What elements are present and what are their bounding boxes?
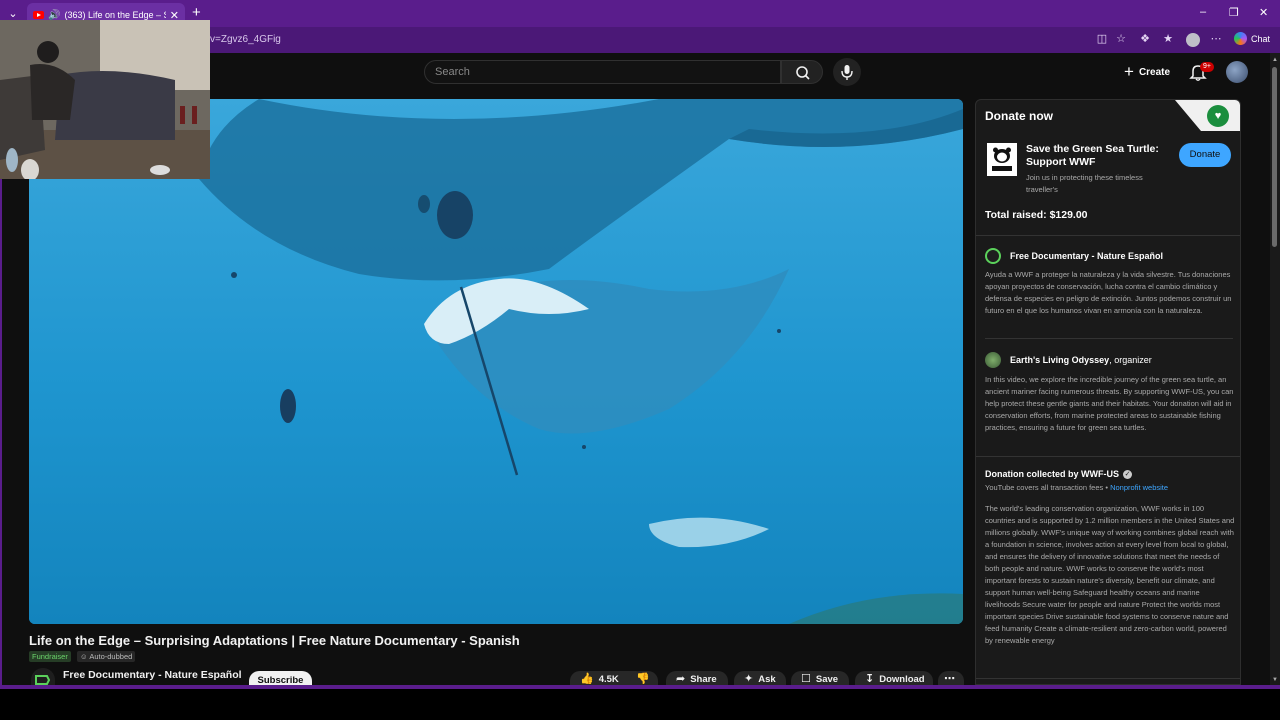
scrollbar-thumb[interactable]	[1272, 67, 1277, 247]
auto-dubbed-label: Auto-dubbed	[89, 652, 133, 661]
share-label: Share	[690, 674, 717, 685]
url-text[interactable]: v=Zgvz6_4GFig	[210, 34, 281, 45]
window-border	[0, 685, 1280, 689]
campaign-description: Join us in protecting these timeless tra…	[1026, 173, 1143, 194]
split-screen-icon[interactable]: ◫	[1096, 33, 1108, 45]
more-icon[interactable]: ⋯	[1210, 33, 1222, 45]
fundraiser-badge: Fundraiser	[29, 651, 71, 662]
extensions-icon[interactable]: ❖	[1139, 33, 1151, 45]
total-raised: Total raised: $129.00	[985, 209, 1088, 221]
browser-profile-avatar[interactable]	[1186, 33, 1200, 47]
download-button[interactable]: ↧ Download	[855, 671, 933, 685]
mic-icon	[841, 65, 853, 80]
fees-note: YouTube covers all transaction fees • No…	[985, 483, 1168, 492]
nonprofit-website-link[interactable]: Nonprofit website	[1110, 483, 1168, 492]
verified-icon: ✓	[1123, 469, 1132, 479]
minimize-icon[interactable]: –	[1200, 6, 1206, 18]
organizer-name[interactable]: Earth's Living Odyssey	[1010, 355, 1109, 365]
favorites-icon[interactable]: ★	[1162, 33, 1174, 45]
fees-separator: •	[1105, 483, 1108, 492]
copilot-chat-button[interactable]: Chat	[1234, 32, 1270, 45]
channel-name[interactable]: Free Documentary - Nature Español	[63, 669, 242, 681]
donate-now-header: Donate now	[985, 109, 1053, 123]
create-button[interactable]: + Create	[1118, 60, 1176, 84]
copilot-icon	[1234, 32, 1247, 45]
divider	[976, 456, 1240, 457]
download-label: Download	[879, 674, 925, 685]
share-icon: ➦	[676, 673, 686, 685]
more-actions-button[interactable]: ⋯	[938, 671, 964, 685]
campaign-title: Save the Green Sea Turtle: Support WWF	[1026, 143, 1159, 168]
dislike-button[interactable]: 👎	[630, 671, 658, 685]
webcam-image	[0, 20, 210, 179]
speaker-icon[interactable]: 🔊	[48, 10, 60, 21]
webcam-overlay	[0, 20, 210, 179]
account-avatar[interactable]	[1226, 61, 1248, 83]
chat-label: Chat	[1251, 33, 1271, 44]
subscribe-button[interactable]: Subscribe	[249, 671, 312, 685]
collected-by: Donation collected by WWF-US ✓	[985, 469, 1132, 479]
search-field[interactable]	[424, 60, 781, 84]
wwf-logo	[987, 143, 1017, 176]
search-input[interactable]	[425, 61, 780, 83]
organizer-section-header: Earth's Living Odyssey, organizer	[985, 352, 1152, 368]
new-tab-button[interactable]: +	[192, 4, 201, 21]
notification-badge: 9+	[1200, 62, 1214, 72]
donation-panel: Donate now ♥ Save the Green Sea Turtle: …	[975, 99, 1241, 685]
channel-section-name[interactable]: Free Documentary - Nature Español	[1010, 251, 1163, 261]
channel-logo-icon	[31, 668, 55, 685]
plus-icon: +	[1124, 62, 1134, 81]
share-button[interactable]: ➦ Share	[666, 671, 728, 685]
like-icon: 👍	[580, 673, 594, 685]
restore-icon[interactable]: ❐	[1229, 6, 1239, 19]
page-scrollbar[interactable]: ▲ ▼	[1270, 53, 1280, 685]
channel-section-header: Free Documentary - Nature Español	[985, 248, 1163, 264]
heart-icon: ♥	[1207, 105, 1229, 127]
channel-mini-avatar[interactable]	[985, 248, 1001, 264]
fees-text: YouTube covers all transaction fees	[985, 483, 1104, 492]
divider	[985, 338, 1233, 339]
more-icon: ⋯	[944, 673, 955, 685]
ask-label: Ask	[758, 674, 776, 685]
organizer-role: , organizer	[1109, 355, 1152, 365]
search-icon	[796, 66, 810, 80]
collected-by-label: Donation collected by WWF-US	[985, 469, 1119, 479]
create-label: Create	[1138, 66, 1171, 78]
sparkle-icon: ✦	[744, 673, 754, 685]
person-icon: ☺	[80, 652, 90, 661]
scroll-down-icon[interactable]: ▼	[1271, 677, 1279, 683]
tab-title: (363) Life on the Edge – Surprising Adap…	[64, 10, 165, 20]
channel-avatar[interactable]	[31, 668, 55, 685]
channel-section-text: Ayuda a WWF a proteger la naturaleza y l…	[985, 270, 1232, 315]
org-description: The world's leading conservation organiz…	[985, 504, 1235, 645]
search-button[interactable]	[781, 60, 823, 84]
dislike-icon: 👎	[636, 673, 650, 685]
organizer-avatar[interactable]	[985, 352, 1001, 368]
panda-icon	[992, 147, 1012, 171]
scroll-up-icon[interactable]: ▲	[1271, 57, 1279, 63]
divider	[976, 235, 1240, 236]
divider	[976, 678, 1240, 679]
organizer-section-text: In this video, we explore the incredible…	[985, 375, 1234, 432]
voice-search-button[interactable]	[833, 58, 861, 86]
save-label: Save	[815, 674, 839, 685]
auto-dubbed-badge: ☺ Auto-dubbed	[77, 651, 136, 662]
ask-button[interactable]: ✦ Ask	[734, 671, 786, 685]
close-icon[interactable]: ✕	[1259, 6, 1268, 19]
youtube-favicon-icon	[33, 11, 44, 19]
save-icon: ☐	[801, 673, 811, 685]
video-title: Life on the Edge – Surprising Adaptation…	[29, 633, 520, 648]
donate-button[interactable]: Donate	[1179, 143, 1231, 167]
download-icon: ↧	[865, 673, 875, 685]
like-count: 4.5K	[598, 674, 619, 685]
star-icon[interactable]: ☆	[1115, 33, 1127, 45]
save-button[interactable]: ☐ Save	[791, 671, 849, 685]
